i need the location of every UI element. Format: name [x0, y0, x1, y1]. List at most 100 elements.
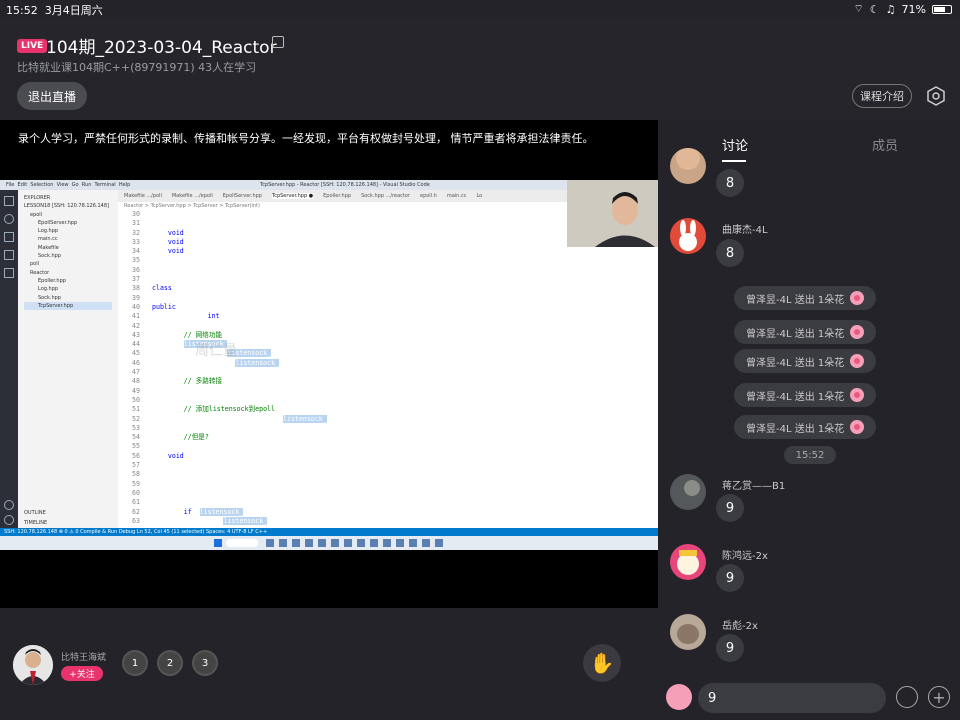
tab-discussion[interactable]: 讨论 — [722, 135, 748, 154]
editor-tab[interactable]: Makefile .../poll — [124, 193, 162, 199]
code-line: 58 — [118, 470, 658, 479]
line-number: 53 — [132, 423, 140, 432]
chat-bubble: 9 — [716, 634, 744, 662]
explorer-item[interactable]: Log.hpp — [24, 285, 112, 293]
timeline-section[interactable]: TIMELINE — [24, 520, 47, 526]
line-number: 58 — [132, 470, 140, 479]
code-text: TcpServer(int port = 8080) — [152, 312, 272, 321]
code-text: void SetRecver(func_t recver) { recver_ … — [167, 228, 371, 237]
vscode-statusbar: SSH: 120.78.126.148 ⊗ 0 ⚠ 0 Compile & Ru… — [0, 528, 658, 536]
explorer-item[interactable]: poll — [24, 260, 112, 268]
cartoon-avatar-image — [670, 544, 706, 580]
chat-avatar[interactable] — [670, 218, 706, 254]
host-name: 比特王海斌 — [61, 653, 107, 663]
emoji-icon[interactable] — [896, 686, 918, 708]
editor-tab[interactable]: epoll.h — [420, 193, 437, 199]
video-player[interactable]: 录个人学习，严禁任何形式的录制、传播和帐号分享。一经发现，平台有权做封号处理， … — [0, 120, 658, 608]
editor-tab[interactable]: Makefile .../epoll — [172, 193, 213, 199]
explorer-item[interactable]: Epoller.hpp — [24, 277, 112, 285]
code-line: 62 if (listensock_ != -1) — [118, 507, 658, 517]
search-icon[interactable] — [4, 214, 14, 224]
chat-avatar[interactable] — [670, 544, 706, 580]
rank-1-avatar[interactable]: 1 — [122, 650, 148, 676]
windows-start-icon[interactable] — [214, 539, 222, 547]
code-text: { — [152, 210, 172, 218]
chat-input-bar: + — [658, 676, 960, 720]
code-text: // 多路转接 — [152, 377, 223, 386]
code-text: public: — [152, 302, 180, 311]
rank-2-avatar[interactable]: 2 — [157, 650, 183, 676]
taskbar-app-icons[interactable] — [266, 539, 446, 547]
editor-tab[interactable]: TcpServer.hpp ● — [271, 193, 314, 199]
gift-notice: 曾泽昱-4L 送出 1朵花 — [734, 320, 877, 344]
explorer-item[interactable]: EXPLORER — [24, 194, 112, 202]
code-text: void SetExcepter(func_t excepter) { exce… — [167, 247, 403, 256]
host-bar: 比特王海斌 +关注 1 2 3 ✋ — [0, 608, 658, 720]
code-text: if (listensock_ != -1) — [183, 507, 272, 516]
chat-avatar[interactable] — [670, 614, 706, 650]
code-text: void Dispatcher() — [167, 451, 236, 460]
source-control-icon[interactable] — [4, 232, 14, 242]
code-line: 52 Epoller::AddEvent(epfd_, listensock_,… — [118, 414, 658, 424]
outline-section[interactable]: OUTLINE — [24, 510, 46, 516]
battery-icon — [932, 4, 952, 14]
explorer-item[interactable]: TcpServer.hpp — [24, 301, 112, 311]
code-editor[interactable]: 30 {31 } 32 void SetRecver(func_t recver)… — [118, 210, 658, 528]
windows-taskbar — [0, 536, 658, 550]
explorer-item[interactable]: epoll — [24, 211, 112, 219]
explorer-icon[interactable] — [4, 196, 14, 206]
rank-3-avatar[interactable]: 3 — [192, 650, 218, 676]
exit-live-button[interactable]: 退出直播 — [17, 82, 87, 110]
editor-tab[interactable]: main.cc — [447, 193, 467, 199]
course-intro-button[interactable]: 课程介绍 — [852, 84, 912, 108]
plus-icon[interactable]: + — [928, 686, 950, 708]
line-number: 43 — [132, 330, 140, 339]
run-debug-icon[interactable] — [4, 250, 14, 260]
taskbar-search-box[interactable] — [226, 539, 258, 547]
live-badge: LIVE — [17, 39, 48, 53]
code-line: 50 — [118, 396, 658, 405]
account-icon[interactable] — [4, 500, 14, 510]
settings-hexagon-icon[interactable] — [926, 86, 946, 106]
manage-gear-icon[interactable] — [4, 515, 14, 525]
code-line: 51 // 添加listensock到epoll — [118, 405, 658, 414]
extensions-icon[interactable] — [4, 268, 14, 278]
explorer-item[interactable]: Reactor — [24, 269, 112, 277]
editor-tab[interactable]: EpollServer.hpp — [223, 193, 262, 199]
status-indicators: ⌔ ☾ ♫ 71% — [853, 2, 952, 16]
code-line: 38 class TcpServer — [118, 284, 658, 293]
explorer-item[interactable]: Sock.hpp — [24, 294, 112, 302]
code-line: 57 { — [118, 461, 658, 470]
vscode-breadcrumb: Reactor > TcpServer.hpp > TcpServer > Tc… — [124, 203, 260, 209]
wave-hand-button[interactable]: ✋ — [583, 644, 621, 682]
explorer-item[interactable]: Makefile — [24, 244, 112, 252]
tab-members[interactable]: 成员 — [872, 135, 898, 154]
code-line: 34 void SetExcepter(func_t excepter) { e… — [118, 247, 658, 256]
editor-tab[interactable]: Sock.hpp .../reactor — [361, 193, 410, 199]
code-line: 60 ~TcpServer() — [118, 489, 658, 498]
editor-tab[interactable]: Epoller.hpp — [323, 193, 351, 199]
flower-gift-icon[interactable] — [666, 684, 692, 710]
chat-avatar[interactable] — [670, 148, 706, 184]
chat-avatar[interactable] — [670, 474, 706, 510]
editor-tab[interactable]: Lo — [476, 193, 482, 199]
explorer-item[interactable]: LESSON18 [SSH: 120.78.126.148] — [24, 202, 112, 210]
explorer-item[interactable]: Sock.hpp — [24, 252, 112, 260]
code-line: 46 Sock::Listen(listensock_); — [118, 358, 658, 368]
external-link-icon[interactable] — [272, 36, 284, 48]
explorer-item[interactable]: EpollServer.hpp — [24, 219, 112, 227]
code-text: // 添加listensock到epoll — [152, 405, 275, 414]
explorer-item[interactable]: main.cc — [24, 235, 112, 243]
line-number: 35 — [132, 256, 140, 265]
host-avatar[interactable] — [13, 645, 53, 685]
chat-username: 蒋乙赏——B1 — [722, 481, 786, 492]
time-divider: 15:52 — [784, 446, 836, 464]
presenter-figure — [567, 180, 658, 247]
code-line: 37 — [118, 275, 658, 284]
follow-button[interactable]: +关注 — [61, 666, 103, 681]
line-number: 31 — [132, 219, 140, 228]
chat-input[interactable] — [698, 683, 886, 713]
line-number: 37 — [132, 275, 140, 284]
line-number: 51 — [132, 405, 140, 414]
explorer-item[interactable]: Log.hpp — [24, 227, 112, 235]
